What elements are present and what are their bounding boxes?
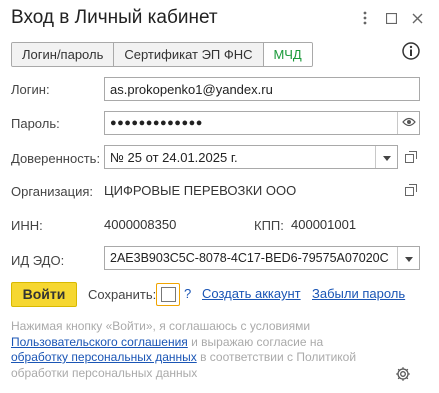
inn-label: ИНН:	[11, 218, 43, 233]
user-agreement-link[interactable]: Пользовательского соглашения	[11, 335, 188, 349]
edo-value[interactable]: 2AE3B903C5C-8078-4C17-BED6-79575A07020C	[105, 251, 397, 265]
forgot-password-link[interactable]: Забыли пароль	[312, 286, 405, 301]
tab-mchd[interactable]: МЧД	[263, 43, 312, 66]
open-external-icon[interactable]	[403, 182, 419, 198]
open-external-icon[interactable]	[403, 149, 419, 165]
login-value[interactable]: as.prokopenko1@yandex.ru	[105, 82, 419, 97]
consent-text: Нажимая кнопку «Войти», я соглашаюсь с у…	[11, 319, 401, 381]
eye-icon	[401, 114, 416, 132]
info-icon[interactable]	[402, 42, 420, 60]
help-link[interactable]: ?	[184, 286, 191, 301]
proxy-value[interactable]: № 25 от 24.01.2025 г.	[105, 150, 375, 165]
proxy-label: Доверенность:	[11, 151, 101, 166]
save-checkbox-focus	[156, 283, 180, 306]
password-label: Пароль:	[11, 116, 60, 131]
personal-data-link[interactable]: обработку персональных данных	[11, 350, 197, 364]
auth-method-tabs: Логин/пароль Сертификат ЭП ФНС МЧД	[11, 42, 313, 67]
create-account-link[interactable]: Создать аккаунт	[202, 286, 301, 301]
tab-fns-certificate[interactable]: Сертификат ЭП ФНС	[114, 43, 264, 66]
edo-select[interactable]: 2AE3B903C5C-8078-4C17-BED6-79575A07020C	[104, 246, 420, 270]
more-vertical-icon[interactable]	[356, 9, 374, 27]
login-button[interactable]: Войти	[11, 282, 77, 307]
save-label: Сохранить:	[88, 287, 157, 302]
edo-dropdown-button[interactable]	[397, 247, 419, 269]
consent-part-2: и выражаю согласие на	[187, 334, 324, 349]
gear-icon[interactable]	[395, 366, 411, 382]
tab-login-password[interactable]: Логин/пароль	[12, 43, 115, 66]
edo-label: ИД ЭДО:	[11, 253, 65, 268]
consent-part-1: Нажимая кнопку «Войти», я соглашаюсь с у…	[11, 319, 311, 333]
inn-value: 4000008350	[104, 217, 177, 232]
login-field[interactable]: as.prokopenko1@yandex.ru	[104, 77, 420, 101]
save-checkbox[interactable]	[161, 287, 176, 302]
password-value[interactable]: ●●●●●●●●●●●●●	[105, 117, 397, 129]
proxy-select[interactable]: № 25 от 24.01.2025 г.	[104, 145, 398, 169]
show-password-button[interactable]	[397, 112, 419, 134]
chevron-down-icon	[382, 148, 391, 166]
consent-part-3: в соответствии с Политикой	[196, 350, 357, 364]
window-title: Вход в Личный кабинет	[11, 7, 218, 28]
chevron-down-icon	[404, 249, 413, 267]
close-icon[interactable]	[408, 9, 426, 27]
org-value: ЦИФРОВЫЕ ПЕРЕВОЗКИ ООО	[104, 183, 297, 198]
consent-part-4: обработки персональных данных	[11, 365, 198, 380]
kpp-label: КПП:	[254, 218, 284, 233]
proxy-dropdown-button[interactable]	[375, 146, 397, 168]
password-field[interactable]: ●●●●●●●●●●●●●	[104, 111, 420, 135]
kpp-value: 400001001	[291, 217, 357, 232]
org-label: Организация:	[11, 184, 94, 199]
login-label: Логин:	[11, 82, 50, 97]
maximize-icon[interactable]	[382, 9, 400, 27]
